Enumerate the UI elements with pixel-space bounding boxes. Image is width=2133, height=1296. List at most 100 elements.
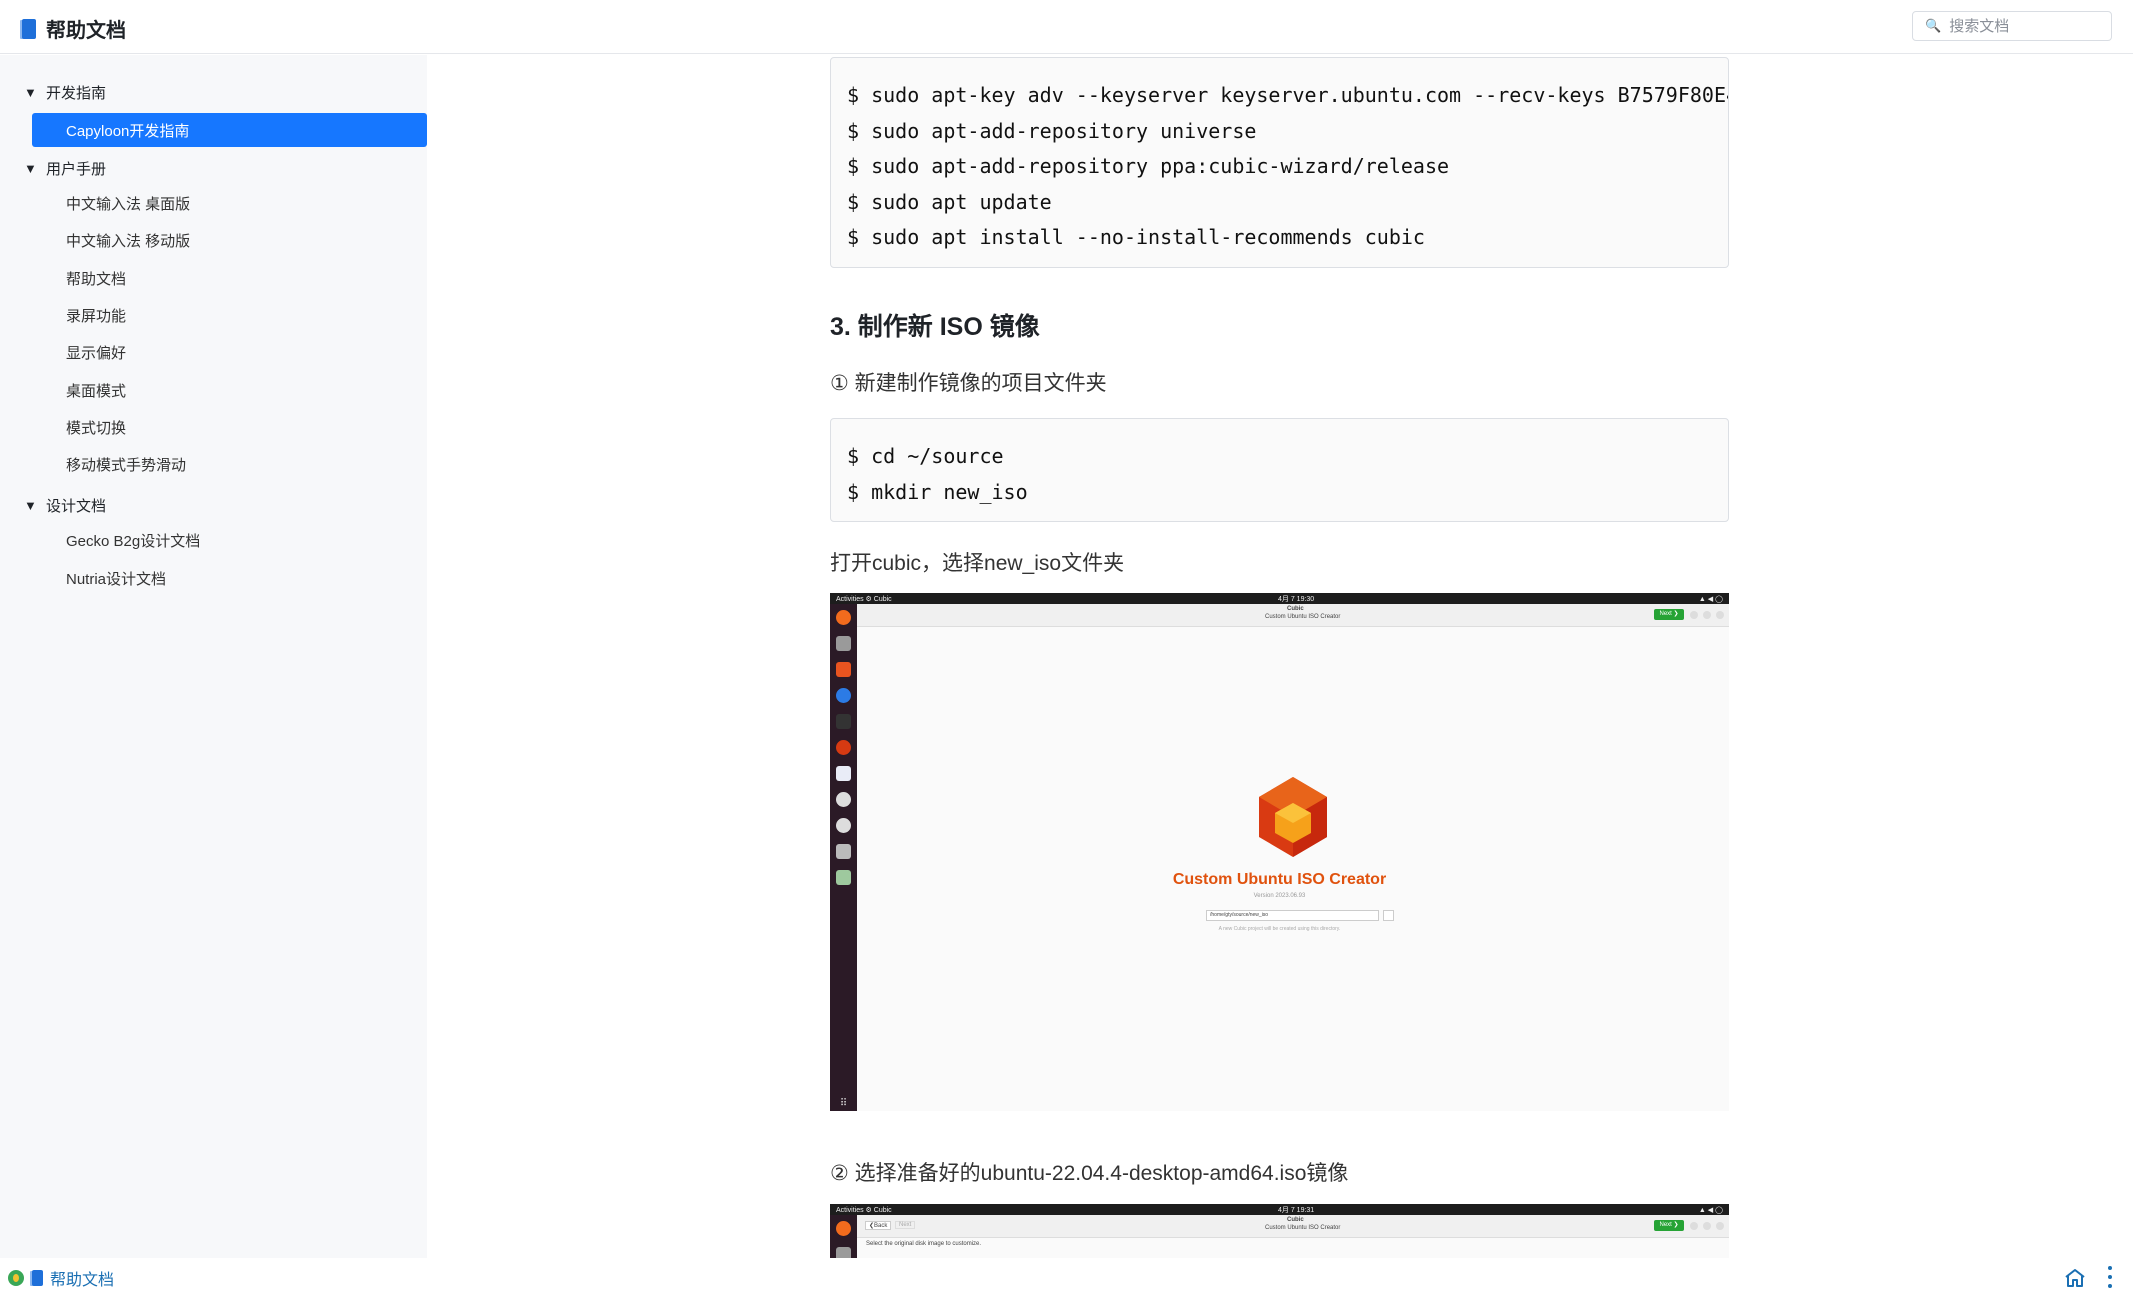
dock <box>830 1215 857 1258</box>
expand-triangle-icon: ▼ <box>24 497 37 513</box>
expand-triangle-icon: ▼ <box>24 160 37 176</box>
sidebar-item-label: 中文输入法 移动版 <box>66 232 191 250</box>
window-title: Cubic <box>1287 606 1304 612</box>
nav-group-user-manual[interactable]: ▼ 用户手册 <box>24 155 106 181</box>
gnome-topbar: Activities ⚙ Cubic 4月 7 19:31 ▲◀◯ <box>830 1204 1729 1215</box>
project-path-field: /home/gty/source/new_iso <box>1206 910 1379 921</box>
sidebar-item-label: 移动模式手势滑动 <box>66 456 187 474</box>
sidebar-item-screen-recording[interactable]: 录屏功能 <box>32 298 427 332</box>
dock: ⠿ <box>830 604 857 1111</box>
sidebar-item-label: Capyloon开发指南 <box>66 122 190 140</box>
sidebar-item-label: 中文输入法 桌面版 <box>66 195 191 213</box>
more-vertical-icon[interactable] <box>2106 1266 2114 1288</box>
code-line: $ mkdir new_iso <box>847 479 1028 504</box>
top-header: 帮助文档 🔍 <box>0 0 2133 54</box>
close-icon <box>1716 1222 1724 1230</box>
folder-picker-icon <box>1383 910 1394 921</box>
code-line: $ cd ~/source <box>847 444 1004 468</box>
bottom-app-label: 帮助文档 <box>50 1272 115 1289</box>
tray-icons: ▲◀◯ <box>1698 1206 1725 1214</box>
sidebar-item-display-prefs[interactable]: 显示偏好 <box>32 335 427 369</box>
step-2-text: ② 选择准备好的ubuntu-22.04.4-desktop-amd64.iso… <box>830 1162 1349 1185</box>
step-1-note: 打开cubic，选择new_iso文件夹 <box>830 552 1125 575</box>
disc-icon <box>836 792 851 807</box>
minimize-icon <box>1690 611 1698 619</box>
code-line: $ sudo apt install --no-install-recommen… <box>847 225 1425 249</box>
window-subtitle: Custom Ubuntu ISO Creator <box>1265 1225 1341 1231</box>
code-block-install[interactable]: $ sudo apt-key adv --keyserver keyserver… <box>830 57 1729 268</box>
window-subtitle: Custom Ubuntu ISO Creator <box>1265 614 1341 620</box>
sidebar-item-label: Nutria设计文档 <box>66 570 167 588</box>
nav-group-design-docs[interactable]: ▼ 设计文档 <box>24 492 106 518</box>
next-button: Next ❯ <box>1654 1220 1684 1231</box>
cubic-window-header: Cubic Custom Ubuntu ISO Creator Next ❯ <box>857 604 1729 627</box>
next-small-button: Next <box>895 1221 916 1229</box>
sidebar-item-help-docs[interactable]: 帮助文档 <box>32 261 427 295</box>
sidebar: ▼ 开发指南 Capyloon开发指南 ▼ 用户手册 中文输入法 桌面版 中文输… <box>0 55 427 1258</box>
section-heading: 3. 制作新 ISO 镜像 <box>830 313 1040 341</box>
firefox-icon <box>836 1221 851 1236</box>
bottom-bar: 帮助文档 <box>0 1258 2133 1296</box>
step-1-text: ① 新建制作镜像的项目文件夹 <box>830 372 1107 395</box>
sidebar-item-ime-mobile[interactable]: 中文输入法 移动版 <box>32 223 427 257</box>
app-title: 帮助文档 <box>46 20 126 42</box>
code-line: $ sudo apt-add-repository ppa:cubic-wiza… <box>847 154 1450 178</box>
editor-icon <box>836 766 851 781</box>
cubic-logo-icon <box>1259 777 1327 857</box>
sidebar-item-label: 模式切换 <box>66 419 127 437</box>
nav-group-dev-guide[interactable]: ▼ 开发指南 <box>24 79 106 105</box>
sidebar-item-nutria[interactable]: Nutria设计文档 <box>32 561 427 595</box>
back-button: ❮Back <box>865 1221 892 1230</box>
sidebar-item-mode-switch[interactable]: 模式切换 <box>32 410 427 444</box>
code-line: $ sudo apt-add-repository universe <box>847 118 1257 143</box>
screenshot-cubic-start: Activities ⚙ Cubic 4月 7 19:30 ▲◀◯ ⠿ Cubi… <box>830 593 1729 1111</box>
tray-icons: ▲◀◯ <box>1698 595 1725 603</box>
code-line: $ sudo apt-key adv --keyserver keyserver… <box>847 83 1729 107</box>
sidebar-item-label: Gecko B2g设计文档 <box>66 532 201 550</box>
app-icon <box>8 1270 24 1286</box>
sidebar-item-desktop-mode[interactable]: 桌面模式 <box>32 373 427 407</box>
nav-group-label: 用户手册 <box>46 160 107 178</box>
maximize-icon <box>1703 1222 1711 1230</box>
disc-icon <box>836 818 851 833</box>
cubic-app-title: Custom Ubuntu ISO Creator <box>1172 871 1387 888</box>
window-title: Cubic <box>1287 1217 1304 1223</box>
cubic-version: Version 2023.06.93 <box>1253 893 1306 899</box>
select-iso-prompt: Select the original disk image to custom… <box>866 1241 982 1247</box>
cubic-window-header: ❮Back Next Cubic Custom Ubuntu ISO Creat… <box>857 1215 1729 1238</box>
search-icon: 🔍 <box>1925 18 1942 33</box>
topbar-clock: 4月 7 19:30 <box>1278 595 1315 603</box>
nav-group-label: 设计文档 <box>46 497 107 515</box>
main-content[interactable]: $ sudo apt-key adv --keyserver keyserver… <box>427 55 2133 1258</box>
help-icon <box>836 688 851 703</box>
topbar-left: Activities ⚙ Cubic <box>836 1206 892 1214</box>
book-icon <box>30 1269 44 1287</box>
app-logo[interactable]: 帮助文档 <box>20 14 126 43</box>
search-box[interactable]: 🔍 <box>1912 11 2112 41</box>
software-icon <box>836 662 851 677</box>
maximize-icon <box>1703 611 1711 619</box>
expand-triangle-icon: ▼ <box>24 84 37 100</box>
files-icon <box>836 1247 851 1258</box>
topbar-clock: 4月 7 19:31 <box>1278 1206 1315 1214</box>
sidebar-item-gecko-b2g[interactable]: Gecko B2g设计文档 <box>32 523 427 557</box>
nav-group-label: 开发指南 <box>46 84 107 102</box>
sidebar-item-label: 帮助文档 <box>66 270 127 288</box>
project-hint: A new Cubic project will be created usin… <box>1218 926 1341 932</box>
sidebar-item-ime-desktop[interactable]: 中文输入法 桌面版 <box>32 186 427 220</box>
sidebar-item-capyloon-guide[interactable]: Capyloon开发指南 <box>32 113 427 147</box>
home-icon[interactable] <box>2064 1268 2086 1288</box>
terminal-icon <box>836 714 851 729</box>
code-block-mkdir[interactable]: $ cd ~/source $ mkdir new_iso <box>830 418 1729 522</box>
search-input[interactable] <box>1947 16 2102 36</box>
book-icon <box>20 18 38 40</box>
gnome-topbar: Activities ⚙ Cubic 4月 7 19:30 ▲◀◯ <box>830 593 1729 604</box>
next-button: Next ❯ <box>1654 609 1684 620</box>
close-icon <box>1716 611 1724 619</box>
sidebar-item-mobile-gestures[interactable]: 移动模式手势滑动 <box>32 447 427 481</box>
cubic-dock-icon <box>836 740 851 755</box>
bottom-app-link[interactable]: 帮助文档 <box>8 1266 114 1290</box>
minimize-icon <box>1690 1222 1698 1230</box>
sidebar-item-label: 桌面模式 <box>66 382 127 400</box>
sidebar-item-label: 显示偏好 <box>66 344 127 362</box>
